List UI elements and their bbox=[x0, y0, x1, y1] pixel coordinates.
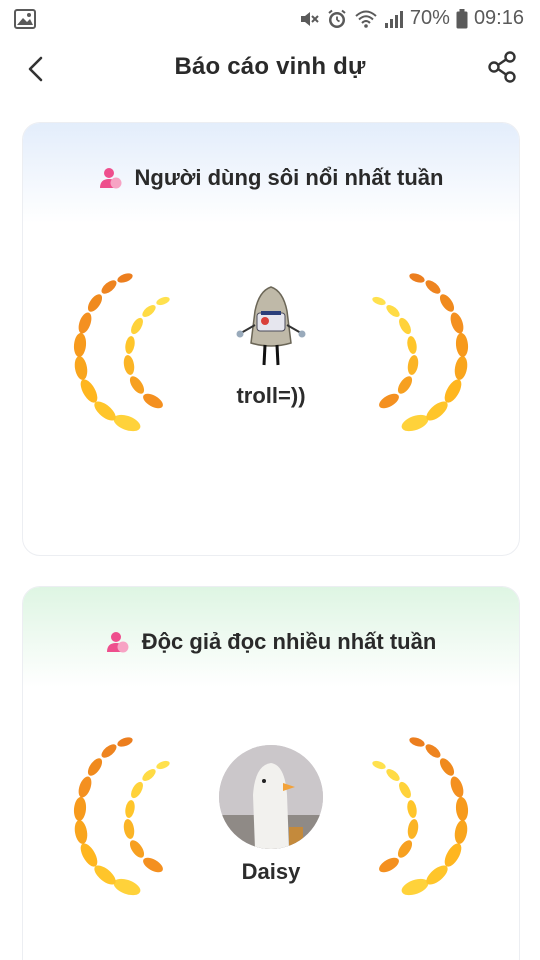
card-header: Người dùng sôi nổi nhất tuần bbox=[23, 165, 519, 191]
winner-name: troll=)) bbox=[236, 383, 306, 408]
content: Người dùng sôi nổi nhất tuần troll=)) Độ… bbox=[0, 98, 540, 960]
laurel-right-icon bbox=[365, 737, 475, 907]
alarm-icon bbox=[326, 8, 348, 30]
section-title: Người dùng sôi nổi nhất tuần bbox=[134, 165, 444, 190]
winner-name: Daisy bbox=[241, 859, 301, 884]
image-icon bbox=[14, 9, 36, 29]
user-icon bbox=[99, 166, 123, 190]
clock: 09:16 bbox=[473, 7, 524, 29]
card-header: Độc giả đọc nhiều nhất tuần bbox=[23, 629, 519, 655]
battery-percent: 70% bbox=[409, 7, 450, 29]
winner[interactable]: troll=)) bbox=[171, 283, 371, 409]
section-title: Độc giả đọc nhiều nhất tuần bbox=[141, 629, 437, 654]
page-title: Báo cáo vinh dự bbox=[174, 53, 366, 80]
signal-icon bbox=[384, 9, 404, 29]
avatar[interactable] bbox=[231, 283, 311, 373]
laurel-left-icon bbox=[67, 273, 177, 443]
winner[interactable]: Daisy bbox=[171, 745, 371, 885]
status-bar: 70% 09:16 bbox=[0, 0, 540, 38]
laurel-right-icon bbox=[365, 273, 475, 443]
wifi-icon bbox=[354, 8, 378, 30]
user-icon bbox=[106, 630, 130, 654]
app-bar: Báo cáo vinh dự bbox=[0, 38, 540, 98]
share-button[interactable] bbox=[486, 50, 520, 84]
share-icon bbox=[488, 51, 516, 83]
mute-icon bbox=[298, 8, 320, 30]
top-reader-card[interactable]: Độc giả đọc nhiều nhất tuần Daisy bbox=[22, 586, 520, 960]
laurel-left-icon bbox=[67, 737, 177, 907]
screen: 70% 09:16 Báo cáo vinh dự Người dùng sôi… bbox=[0, 0, 540, 960]
avatar[interactable] bbox=[219, 745, 323, 849]
status-right: 70% 09:16 bbox=[298, 7, 524, 30]
battery-icon bbox=[456, 8, 468, 29]
active-user-card[interactable]: Người dùng sôi nổi nhất tuần troll=)) bbox=[22, 122, 520, 556]
